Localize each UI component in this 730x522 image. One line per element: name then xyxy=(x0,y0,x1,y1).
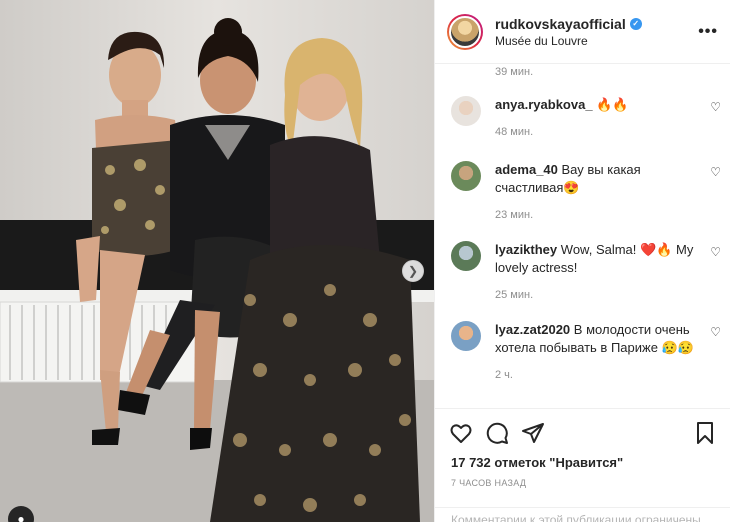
post-timestamp[interactable]: 7 ЧАСОВ НАЗАД xyxy=(451,478,526,488)
comment-username[interactable]: anya.ryabkova_ xyxy=(495,97,593,112)
comment-avatar[interactable] xyxy=(451,241,481,271)
post-image xyxy=(0,0,434,522)
post-header: rudkovskayaofficial ✓ Musée du Louvre ••… xyxy=(435,0,730,64)
like-heart-icon[interactable] xyxy=(449,421,473,445)
comment-username[interactable]: lyazikthey xyxy=(495,242,557,257)
carousel-next-button[interactable]: ❯ xyxy=(402,260,424,282)
comment-username[interactable]: adema_40 xyxy=(495,162,558,177)
comment-item: lyazikthey Wow, Salma! ❤️🔥 My lovely act… xyxy=(451,241,723,301)
comment-time: 2 ч. xyxy=(495,369,513,381)
verified-badge-icon: ✓ xyxy=(629,17,642,30)
comment-item: lyaz.zat2020 В молодости очень хотела по… xyxy=(451,321,723,381)
like-comment-heart-icon[interactable]: ♡ xyxy=(710,245,721,259)
comment-restricted-text: Комментарии к этой публикации ограничены xyxy=(451,513,701,522)
comment-avatar[interactable] xyxy=(451,96,481,126)
comment-time: 25 мин. xyxy=(495,289,534,301)
like-comment-heart-icon[interactable]: ♡ xyxy=(710,100,721,114)
comment-bubble-icon[interactable] xyxy=(485,421,509,445)
comment-item: anya.ryabkova_ 🔥🔥 48 мин. ♡ xyxy=(451,96,723,138)
comment-restricted-notice: Комментарии к этой публикации ограничены xyxy=(435,507,730,522)
share-send-icon[interactable] xyxy=(521,421,545,445)
post-actions: 17 732 отметок "Нравится" 7 ЧАСОВ НАЗАД … xyxy=(435,408,730,522)
like-comment-heart-icon[interactable]: ♡ xyxy=(710,325,721,339)
comment-avatar[interactable] xyxy=(451,161,481,191)
comment-time: 39 мин. xyxy=(495,66,534,78)
more-options-icon[interactable]: ••• xyxy=(698,23,718,41)
post-photo[interactable]: ❯ ● xyxy=(0,0,434,522)
profile-avatar[interactable] xyxy=(447,13,483,50)
comment-emoji: 😍 xyxy=(563,180,580,195)
comment-time: 48 мин. xyxy=(495,126,534,138)
post-sidebar: rudkovskayaofficial ✓ Musée du Louvre ••… xyxy=(434,0,730,522)
likes-count[interactable]: 17 732 отметок "Нравится" xyxy=(451,455,623,470)
like-comment-heart-icon[interactable]: ♡ xyxy=(710,165,721,179)
comment-username[interactable]: lyaz.zat2020 xyxy=(495,322,570,337)
comment-item: adema_40 Вау вы какая счастливая😍 23 мин… xyxy=(451,161,723,221)
comment-text: 🔥🔥 xyxy=(596,97,629,112)
comments-list[interactable]: 39 мин. anya.ryabkova_ 🔥🔥 48 мин. ♡ adem… xyxy=(435,64,730,408)
post-username[interactable]: rudkovskayaofficial xyxy=(495,16,626,32)
comment-time: 23 мин. xyxy=(495,209,534,221)
comment-avatar[interactable] xyxy=(451,321,481,351)
bookmark-icon[interactable] xyxy=(693,421,717,445)
post-location[interactable]: Musée du Louvre xyxy=(495,34,698,48)
